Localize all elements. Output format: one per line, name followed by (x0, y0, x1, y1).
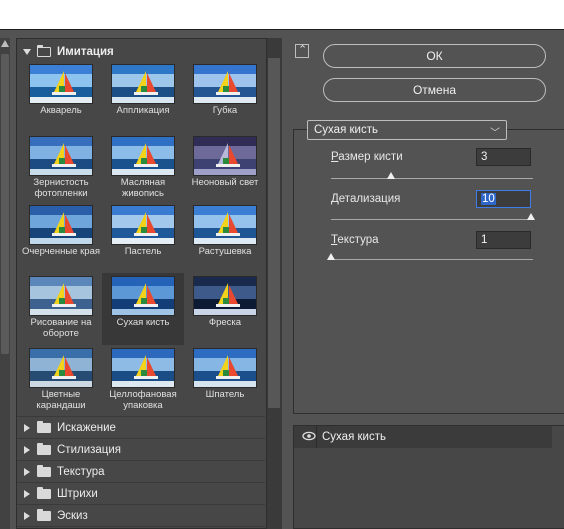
filter-thumb-cutout[interactable]: Аппликация (102, 61, 184, 133)
filter-thumb-dry-brush[interactable]: Сухая кисть (102, 273, 184, 345)
detail-input-value: 10 (481, 193, 496, 205)
category-label: Стилизация (57, 443, 122, 456)
expand-triangle-icon[interactable] (24, 489, 30, 498)
category-header-3[interactable]: Штрихи (17, 483, 265, 504)
folder-icon (37, 486, 51, 499)
filter-thumb-label: Растушевка (198, 246, 252, 257)
collapse-panel-icon[interactable] (295, 43, 309, 58)
filter-select-value: Сухая кисть (314, 124, 378, 136)
effect-layer-row[interactable]: Сухая кисть (294, 426, 552, 448)
filter-thumb-watercolor[interactable]: Акварель (20, 61, 102, 133)
param-label-texture: Текстура (331, 234, 379, 246)
neon-glow-thumbnail (193, 136, 257, 176)
filter-thumb-sponge[interactable]: Губка (184, 61, 266, 133)
category-label: Имитация (57, 45, 114, 58)
param-label-detail: Детализация (331, 193, 401, 205)
filter-thumb-label: Аппликация (116, 105, 170, 116)
category-label: Искажение (57, 421, 116, 434)
filter-thumb-film-grain[interactable]: Зернистость фотопленки (20, 133, 102, 205)
filter-thumb-palette-knife[interactable]: Шпатель (184, 345, 266, 417)
underpainting-thumbnail (29, 276, 93, 316)
ok-button[interactable]: ОК (323, 44, 546, 68)
category-header-1[interactable]: Стилизация (17, 439, 265, 460)
expand-triangle-icon[interactable] (24, 445, 30, 454)
fresco-thumbnail (193, 276, 257, 316)
colored-pencil-thumbnail (29, 348, 93, 388)
filter-gallery: Имитация Акварель Аппликация Губка Зернисто… (16, 38, 282, 529)
expand-triangle-icon[interactable] (23, 48, 31, 55)
filter-select[interactable]: Сухая кисть ﹀ (307, 120, 507, 140)
filter-thumb-label: Неоновый свет (191, 177, 259, 188)
cancel-button[interactable]: Отмена (323, 78, 546, 102)
preview-scrollbar-thumb[interactable] (1, 54, 9, 354)
folder-icon (37, 464, 51, 477)
eye-icon[interactable] (302, 431, 316, 444)
filter-thumb-underpainting[interactable]: Рисование на обороте (20, 273, 102, 345)
filter-thumb-label: Цветные карандаши (36, 389, 86, 411)
smudge-stick-thumbnail (193, 205, 257, 245)
filter-settings-panel (293, 129, 564, 414)
category-header-0[interactable]: Искажение (17, 417, 265, 438)
layer-divider (316, 426, 317, 448)
top-bar (0, 0, 564, 30)
filter-thumb-fresco[interactable]: Фреска (184, 273, 266, 345)
brush-size-slider-handle[interactable] (387, 172, 395, 179)
poster-edges-thumbnail (29, 205, 93, 245)
filter-thumb-colored-pencil[interactable]: Цветные карандаши (20, 345, 102, 417)
plastic-wrap-thumbnail (111, 348, 175, 388)
brush-size-input[interactable]: 3 (476, 148, 531, 166)
filter-thumb-paint-daubs[interactable]: Масляная живопись (102, 133, 184, 205)
filter-thumb-label: Шпатель (205, 389, 245, 400)
detail-slider-handle[interactable] (527, 213, 535, 220)
folder-icon (37, 442, 51, 455)
filter-thumb-label: Акварель (40, 105, 82, 116)
category-header-2[interactable]: Текстура (17, 461, 265, 482)
rough-pastels-thumbnail (111, 205, 175, 245)
category-label: Текстура (57, 465, 105, 478)
filter-thumb-label: Зернистость фотопленки (33, 177, 89, 199)
texture-input[interactable]: 1 (476, 231, 531, 249)
cutout-thumbnail (111, 64, 175, 104)
folder-icon (37, 508, 51, 521)
filter-thumb-label: Губка (212, 105, 238, 116)
watercolor-thumbnail (29, 64, 93, 104)
filter-thumb-poster-edges[interactable]: Очерченные края (20, 202, 102, 274)
gallery-scrollbar-thumb[interactable] (268, 58, 280, 408)
paint-daubs-thumbnail (111, 136, 175, 176)
expand-triangle-icon[interactable] (24, 511, 30, 520)
category-header-4[interactable]: Эскиз (17, 505, 265, 526)
param-label-brush-size: Размер кисти (331, 151, 403, 163)
category-header-imitation[interactable]: Имитация (17, 41, 265, 62)
filter-thumb-label: Масляная живопись (120, 177, 166, 199)
folder-icon (37, 420, 51, 433)
filter-thumb-rough-pastels[interactable]: Пастель (102, 202, 184, 274)
chevron-down-icon[interactable]: ﹀ (490, 124, 500, 139)
filter-thumb-label: Сухая кисть (116, 317, 170, 328)
expand-triangle-icon[interactable] (24, 467, 30, 476)
filter-thumb-smudge-stick[interactable]: Растушевка (184, 202, 266, 274)
detail-slider[interactable] (331, 219, 533, 220)
filter-thumb-plastic-wrap[interactable]: Целлофановая упаковка (102, 345, 184, 417)
detail-input[interactable]: 10 (476, 190, 531, 208)
palette-knife-thumbnail (193, 348, 257, 388)
filter-thumb-label: Фреска (208, 317, 242, 328)
sponge-thumbnail (193, 64, 257, 104)
filter-thumb-label: Пастель (124, 246, 162, 257)
folder-open-icon (36, 44, 51, 57)
effect-layer-label: Сухая кисть (322, 431, 386, 443)
film-grain-thumbnail (29, 136, 93, 176)
expand-triangle-icon[interactable] (24, 423, 30, 432)
category-label: Эскиз (57, 509, 88, 522)
brush-size-slider[interactable] (331, 178, 533, 179)
scroll-up-arrow-icon[interactable] (1, 40, 9, 47)
filter-thumb-label: Целлофановая упаковка (109, 389, 177, 411)
category-label: Штрихи (57, 487, 98, 500)
filter-thumb-neon-glow[interactable]: Неоновый свет (184, 133, 266, 205)
texture-slider-handle[interactable] (327, 253, 335, 260)
filter-thumb-label: Рисование на обороте (30, 317, 92, 339)
filter-thumb-label: Очерченные края (21, 246, 101, 257)
dry-brush-thumbnail (111, 276, 175, 316)
category-divider (17, 526, 265, 527)
texture-slider[interactable] (331, 259, 533, 260)
